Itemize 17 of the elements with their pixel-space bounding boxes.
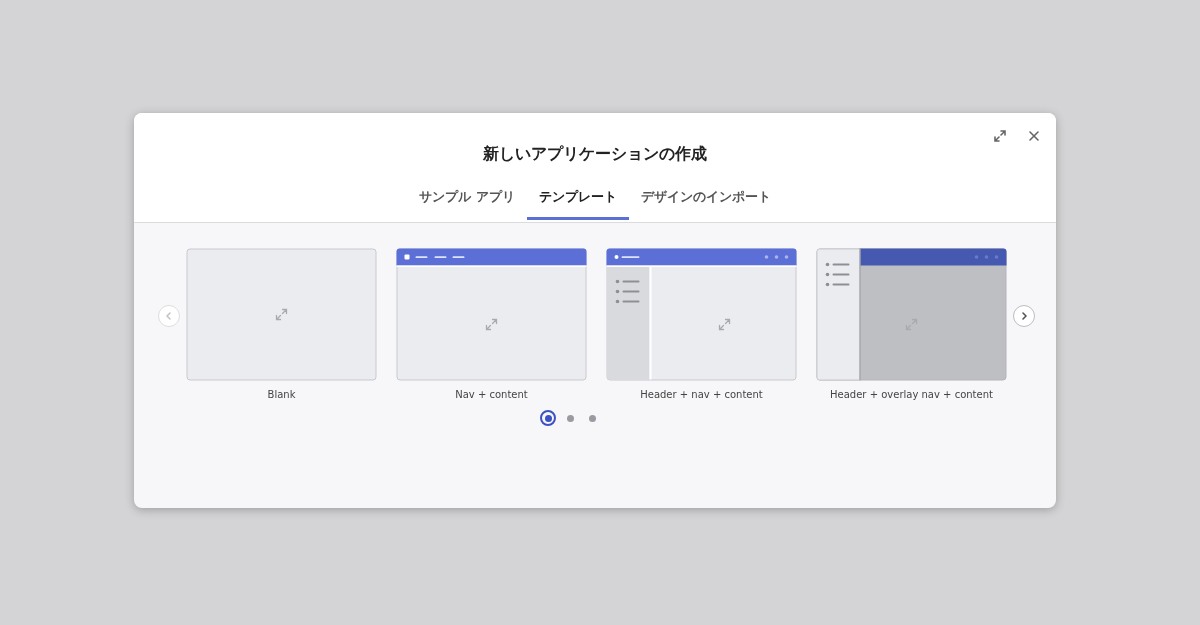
chevron-left-icon [164,311,174,321]
template-label: Header + overlay nav + content [830,388,993,402]
template-label: Header + nav + content [640,388,763,402]
tab[interactable]: デザインのインポート [628,183,783,220]
close-icon[interactable] [1027,129,1041,143]
tab[interactable]: テンプレート [526,183,629,220]
template-label: Nav + content [455,388,528,402]
template-label: Blank [267,388,296,402]
tab[interactable]: サンプル アプリ [407,183,527,220]
template-card[interactable] [396,248,587,381]
template-card[interactable] [606,248,797,381]
maximize-icon[interactable] [993,129,1007,143]
next-button[interactable] [1013,305,1035,327]
chevron-right-icon [1019,311,1029,321]
template-card[interactable] [816,248,1007,381]
page-dot[interactable] [540,410,556,426]
dialog-title: 新しいアプリケーションの作成 [483,144,707,164]
